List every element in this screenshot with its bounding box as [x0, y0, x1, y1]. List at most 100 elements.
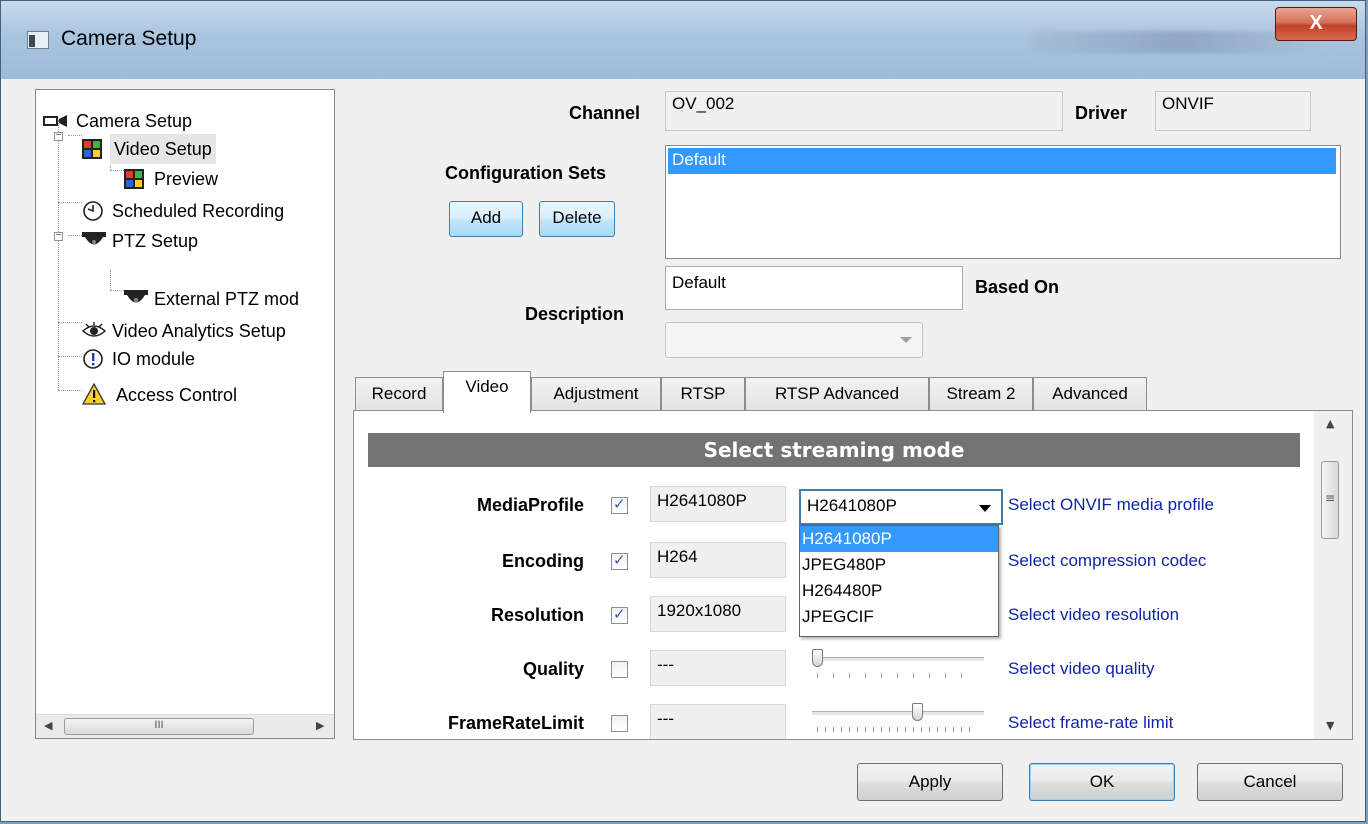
mediaprofile-checkbox[interactable] — [611, 495, 628, 514]
based-on-label: Based On — [975, 277, 1060, 297]
tree-item-label: External PTZ mod — [154, 289, 300, 309]
setup-tree[interactable]: Camera Setup − Video Setup Preview Sched… — [35, 89, 335, 739]
apply-button[interactable]: Apply — [857, 763, 1003, 801]
scroll-thumb[interactable]: III — [64, 718, 254, 735]
dome-camera-icon — [82, 232, 106, 245]
tree-connector — [110, 170, 124, 171]
dropdown-option[interactable]: JPEG480P — [800, 552, 998, 578]
description-label: Description — [525, 304, 625, 324]
tab-adjustment[interactable]: Adjustment — [531, 377, 661, 411]
info-icon — [83, 349, 103, 369]
driver-field: ONVIF — [1155, 91, 1311, 131]
encoding-description: Select compression codec — [1008, 551, 1207, 570]
scroll-left-icon[interactable]: ◀ — [44, 719, 52, 732]
resolution-description: Select video resolution — [1008, 605, 1180, 624]
color-grid-icon — [124, 169, 144, 189]
clock-icon — [83, 201, 103, 221]
framerate-limit-value: --- — [650, 704, 786, 739]
title-bar[interactable]: Camera Setup X — [1, 1, 1365, 79]
window-title: Camera Setup — [61, 27, 197, 50]
tree-item-label: Scheduled Recording — [112, 201, 285, 221]
mediaprofile-value: H2641080P — [650, 486, 786, 522]
delete-button[interactable]: Delete — [539, 201, 615, 237]
chevron-down-icon — [979, 505, 991, 512]
tree-connector — [58, 356, 82, 357]
add-button[interactable]: Add — [449, 201, 523, 237]
tree-horizontal-scrollbar[interactable]: ◀ III ▶ — [36, 714, 334, 738]
warning-icon — [82, 383, 106, 405]
tree-connector — [68, 235, 82, 236]
slider-ticks — [817, 673, 977, 678]
mediaprofile-dropdown: H2641080P JPEG480P H264480P JPEGCIF — [799, 525, 999, 637]
camera-icon — [43, 115, 67, 127]
tab-rtsp-advanced[interactable]: RTSP Advanced — [745, 377, 929, 411]
scroll-right-icon[interactable]: ▶ — [316, 719, 324, 732]
slider-thumb[interactable] — [912, 703, 923, 721]
dropdown-option[interactable]: H264480P — [800, 578, 998, 604]
tab-rtsp[interactable]: RTSP — [661, 377, 745, 411]
framerate-limit-checkbox[interactable] — [611, 715, 628, 732]
tree-connector — [58, 390, 82, 391]
tab-advanced[interactable]: Advanced — [1033, 377, 1147, 411]
encoding-value: H264 — [650, 542, 786, 578]
quality-label: Quality — [522, 659, 584, 679]
app-window-icon — [27, 31, 49, 49]
slider-track — [812, 657, 984, 662]
select-value: H2641080P — [807, 496, 897, 515]
driver-label: Driver — [1075, 103, 1128, 123]
framerate-limit-label: FrameRateLimit — [447, 713, 584, 733]
panel-vertical-scrollbar[interactable]: ▲ ≡ ▼ — [1314, 411, 1352, 739]
scroll-up-icon[interactable]: ▲ — [1326, 417, 1334, 430]
quality-value: --- — [650, 650, 786, 686]
tree-connector — [58, 202, 82, 203]
configuration-sets-label: Configuration Sets — [445, 163, 606, 183]
ok-button[interactable]: OK — [1029, 763, 1175, 801]
tree-item-label: PTZ Setup — [112, 231, 199, 251]
description-input[interactable]: Default — [665, 266, 963, 310]
tab-video[interactable]: Video — [443, 371, 531, 413]
tree-item-label: Video Setup — [110, 134, 216, 164]
tree-item-label: Video Analytics Setup — [112, 321, 286, 341]
mediaprofile-description: Select ONVIF media profile — [1008, 495, 1214, 514]
slider-ticks — [817, 727, 977, 732]
dialog-client-area: Camera Setup − Video Setup Preview Sched… — [13, 79, 1355, 811]
video-tab-panel: Select streaming mode MediaProfile H2641… — [353, 410, 1353, 740]
resolution-checkbox[interactable] — [611, 605, 628, 624]
list-item[interactable]: Default — [668, 148, 1336, 174]
eye-icon — [82, 322, 106, 337]
tree-item-label: IO module — [112, 349, 196, 369]
encoding-label: Encoding — [502, 551, 584, 571]
tab-record[interactable]: Record — [355, 377, 443, 411]
quality-slider[interactable] — [812, 649, 984, 679]
resolution-label: Resolution — [491, 605, 584, 625]
cancel-button[interactable]: Cancel — [1197, 763, 1343, 801]
tab-stream-2[interactable]: Stream 2 — [929, 377, 1033, 411]
color-grid-icon — [82, 139, 102, 159]
based-on-select[interactable] — [665, 322, 923, 358]
framerate-limit-slider[interactable] — [812, 703, 984, 733]
tree-connector — [110, 290, 124, 291]
framerate-limit-description: Select frame-rate limit — [1008, 713, 1174, 732]
quality-checkbox[interactable] — [611, 661, 628, 678]
tree-connector — [110, 270, 111, 290]
slider-thumb[interactable] — [812, 649, 823, 667]
scroll-thumb[interactable]: ≡ — [1321, 461, 1339, 539]
dropdown-option[interactable]: H2641080P — [800, 526, 998, 552]
collapse-toggle[interactable]: − — [54, 231, 63, 241]
dropdown-option[interactable]: JPEGCIF — [800, 604, 998, 630]
tree-connector — [58, 120, 59, 390]
mediaprofile-label: MediaProfile — [476, 495, 584, 515]
encoding-checkbox[interactable] — [611, 551, 628, 570]
quality-description: Select video quality — [1008, 659, 1155, 678]
channel-field: OV_002 — [665, 91, 1063, 131]
tree-item-label: Preview — [154, 169, 219, 189]
section-header: Select streaming mode — [368, 433, 1300, 467]
collapse-toggle[interactable]: − — [54, 131, 63, 141]
scroll-down-icon[interactable]: ▼ — [1326, 719, 1334, 732]
configuration-sets-list[interactable]: Default — [665, 145, 1341, 259]
close-button[interactable]: X — [1275, 7, 1357, 41]
mediaprofile-select[interactable]: H2641080P — [799, 489, 1003, 525]
chevron-down-icon — [900, 337, 912, 343]
resolution-value: 1920x1080 — [650, 596, 786, 632]
slider-track — [812, 711, 984, 716]
